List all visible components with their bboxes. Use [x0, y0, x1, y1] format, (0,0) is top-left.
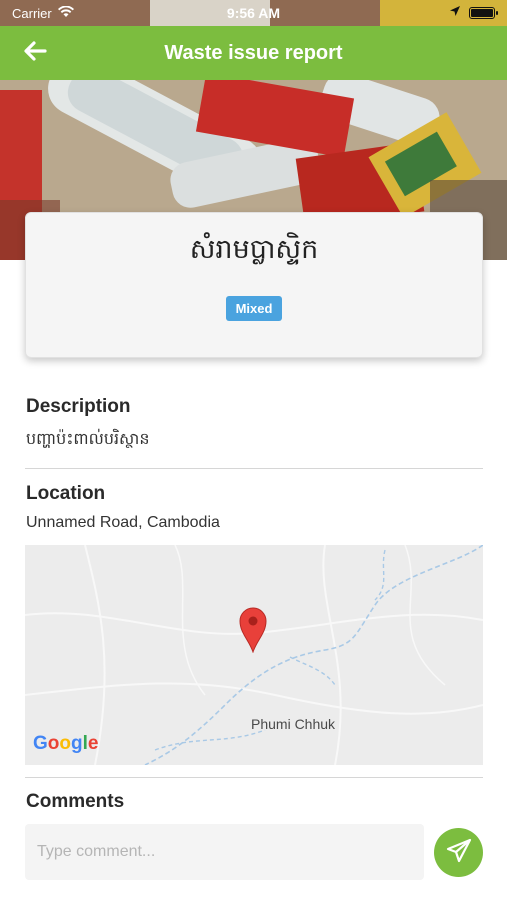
location-map[interactable]: Phumi Chhuk Google: [25, 545, 483, 765]
status-bar: Carrier 9:56 AM: [0, 0, 507, 26]
divider: [25, 777, 483, 778]
back-button[interactable]: [18, 37, 52, 69]
description-value: បញ្ហាប៉ះពាល់បរិស្ថាន: [26, 429, 150, 448]
waste-type-title: សំរាមប្លាស្ទិក: [189, 234, 319, 265]
divider: [25, 468, 483, 469]
status-left: Carrier: [12, 5, 74, 21]
send-button[interactable]: [434, 828, 483, 877]
map-pin-icon[interactable]: [239, 607, 267, 653]
location-arrow-icon: [449, 4, 461, 22]
carrier-label: Carrier: [12, 5, 52, 21]
status-right: [449, 4, 498, 22]
send-icon: [446, 838, 472, 867]
status-time: 9:56 AM: [226, 5, 281, 21]
battery-icon: [469, 7, 498, 19]
google-logo: Google: [33, 733, 99, 754]
report-summary-card: សំរាមប្លាស្ទិក Mixed: [25, 212, 483, 358]
page-title: Waste issue report: [164, 41, 343, 64]
arrow-left-icon: [23, 40, 47, 67]
app-bar: Waste issue report: [0, 26, 507, 80]
location-address: Unnamed Road, Cambodia: [26, 514, 220, 531]
wifi-icon: [57, 5, 74, 21]
battery-level: [471, 9, 493, 17]
category-badge: Mixed: [225, 296, 283, 321]
comments-label: Comments: [26, 791, 125, 812]
map-place-label: Phumi Chhuk: [251, 716, 336, 732]
description-label: Description: [26, 396, 131, 417]
comment-input[interactable]: [25, 824, 424, 880]
location-label: Location: [26, 483, 106, 504]
